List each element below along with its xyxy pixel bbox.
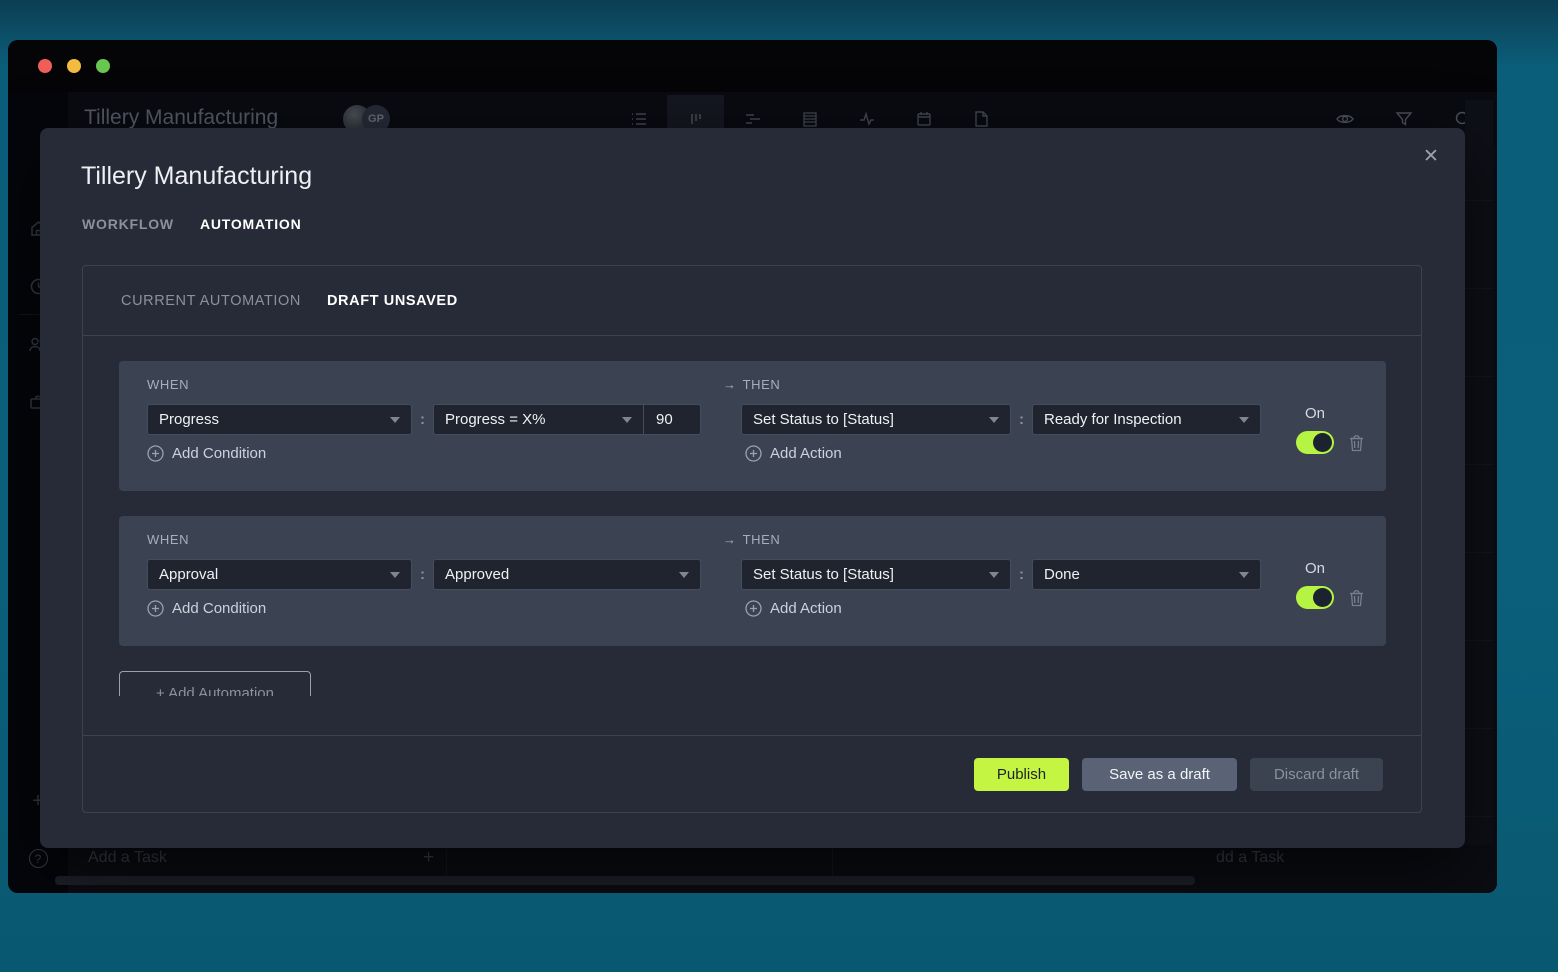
add-condition-button[interactable]: Add Condition: [147, 445, 266, 462]
action-target-value: Ready for Inspection: [1044, 411, 1182, 428]
close-window-button[interactable]: [38, 59, 52, 73]
then-label: →THEN: [723, 377, 780, 392]
add-action-button[interactable]: Add Action: [745, 600, 842, 617]
condition-value-input[interactable]: [644, 404, 701, 435]
tab-current-automation[interactable]: CURRENT AUTOMATION: [121, 293, 301, 309]
then-label: →THEN: [723, 532, 780, 547]
rule-toggle-on[interactable]: [1296, 586, 1334, 609]
trigger-dropdown[interactable]: Approval: [147, 559, 412, 590]
minimize-window-button[interactable]: [67, 59, 81, 73]
chevron-down-icon: [622, 417, 632, 423]
publish-button[interactable]: Publish: [974, 758, 1069, 791]
separator: :: [420, 566, 425, 583]
delete-rule-button[interactable]: [1348, 588, 1365, 607]
add-automation-button[interactable]: + Add Automation: [119, 671, 311, 696]
action-value: Set Status to [Status]: [753, 566, 894, 583]
delete-rule-button[interactable]: [1348, 433, 1365, 452]
automation-rule: WHEN →THEN Approval : Approved: [119, 516, 1386, 646]
action-target-dropdown[interactable]: Done: [1032, 559, 1261, 590]
toggle-knob: [1313, 433, 1332, 452]
plus-circle-icon: [745, 600, 762, 617]
tab-automation[interactable]: AUTOMATION: [200, 216, 302, 232]
toggle-label: On: [1296, 405, 1334, 422]
discard-draft-button[interactable]: Discard draft: [1250, 758, 1383, 791]
action-dropdown[interactable]: Set Status to [Status]: [741, 404, 1011, 435]
when-label: WHEN: [147, 532, 189, 547]
chevron-down-icon: [989, 417, 999, 423]
zoom-window-button[interactable]: [96, 59, 110, 73]
action-dropdown[interactable]: Set Status to [Status]: [741, 559, 1011, 590]
modal-tabs: WORKFLOW AUTOMATION: [82, 216, 302, 232]
trash-icon: [1348, 433, 1365, 452]
separator: :: [420, 411, 425, 428]
arrow-right-icon: →: [723, 532, 737, 547]
condition-dropdown[interactable]: Approved: [433, 559, 701, 590]
toggle-knob: [1313, 588, 1332, 607]
modal-title: Tillery Manufacturing: [81, 162, 312, 191]
tab-workflow[interactable]: WORKFLOW: [82, 216, 174, 232]
rules-list: WHEN →THEN Progress : Progress = X%: [83, 336, 1421, 696]
automation-panel: CURRENT AUTOMATION DRAFT UNSAVED WHEN →T…: [82, 265, 1422, 813]
add-condition-button[interactable]: Add Condition: [147, 600, 266, 617]
trigger-dropdown[interactable]: Progress: [147, 404, 412, 435]
plus-circle-icon: [147, 600, 164, 617]
action-target-value: Done: [1044, 566, 1080, 583]
condition-value: Approved: [445, 566, 509, 583]
panel-tabs: CURRENT AUTOMATION DRAFT UNSAVED: [83, 266, 1421, 336]
add-action-button[interactable]: Add Action: [745, 445, 842, 462]
chevron-down-icon: [390, 417, 400, 423]
chevron-down-icon: [679, 572, 689, 578]
window-titlebar: [8, 40, 1497, 92]
automation-modal: ✕ Tillery Manufacturing WORKFLOW AUTOMAT…: [40, 128, 1465, 848]
rule-toggle-on[interactable]: [1296, 431, 1334, 454]
when-label: WHEN: [147, 377, 189, 392]
trash-icon: [1348, 588, 1365, 607]
chevron-down-icon: [1239, 417, 1249, 423]
chevron-down-icon: [1239, 572, 1249, 578]
automation-rule: WHEN →THEN Progress : Progress = X%: [119, 361, 1386, 491]
close-icon[interactable]: ✕: [1417, 142, 1445, 170]
trigger-value: Progress: [159, 411, 219, 428]
condition-value: Progress = X%: [445, 411, 545, 428]
condition-dropdown[interactable]: Progress = X%: [433, 404, 644, 435]
action-value: Set Status to [Status]: [753, 411, 894, 428]
save-as-draft-button[interactable]: Save as a draft: [1082, 758, 1237, 791]
trigger-value: Approval: [159, 566, 218, 583]
tab-draft-unsaved[interactable]: DRAFT UNSAVED: [327, 293, 458, 309]
separator: :: [1019, 411, 1024, 428]
modal-footer: Publish Save as a draft Discard draft: [83, 735, 1421, 812]
chevron-down-icon: [390, 572, 400, 578]
toggle-label: On: [1296, 560, 1334, 577]
chevron-down-icon: [989, 572, 999, 578]
arrow-right-icon: →: [723, 377, 737, 392]
app-window: PM Tillery Manufacturing GP: [8, 40, 1497, 893]
action-target-dropdown[interactable]: Ready for Inspection: [1032, 404, 1261, 435]
plus-circle-icon: [147, 445, 164, 462]
plus-circle-icon: [745, 445, 762, 462]
separator: :: [1019, 566, 1024, 583]
